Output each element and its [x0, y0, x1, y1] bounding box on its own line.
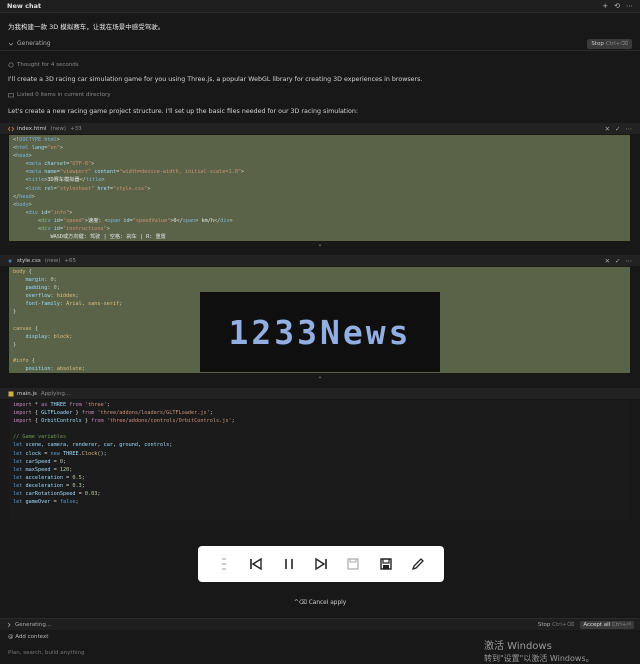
svg-text:#: # [8, 259, 12, 264]
user-prompt: 为我构建一款 3D 模拟赛车，让我在场景中感受驾驶。 [8, 23, 165, 31]
folder-icon [8, 93, 14, 98]
file-header-style-css[interactable]: # style.css (new) +65 ✕ ✓ ⋯ [0, 255, 640, 266]
generating-bar: Generating... Stop Ctrl+⌫ Accept all Ctr… [0, 618, 640, 630]
stop-shortcut: Ctrl+⌫ [552, 621, 575, 628]
generating-row: Generating Stop Ctrl+⌫ [0, 37, 640, 51]
new-chat-icon[interactable]: + [602, 2, 608, 10]
file-tag: (new) [44, 257, 61, 264]
chat-title: New chat [7, 2, 42, 10]
header-actions: + ⟲ ⋯ [602, 2, 633, 10]
stop-label: Stop [591, 40, 604, 47]
thought-row: Thought for 4 seconds [8, 62, 79, 68]
pause-icon[interactable] [279, 554, 299, 574]
file-header-index-html[interactable]: index.html (new) +33 ✕ ✓ ⋯ [0, 123, 640, 134]
accept-icon[interactable]: ✓ [615, 257, 620, 265]
stop-button[interactable]: Stop Ctrl+⌫ [538, 622, 574, 628]
accept-all-label: Accept all [583, 621, 611, 628]
html-file-icon [8, 126, 14, 131]
chevron-right-icon [7, 622, 11, 627]
generating-status: Generating... [15, 621, 52, 628]
chat-input[interactable]: Plan, search, build anything [8, 650, 85, 656]
expand-icon[interactable]: ⌄ [0, 241, 640, 248]
code-block-main-js: import * as THREE from 'three'; import {… [9, 400, 630, 520]
thought-label: Thought for 4 seconds [17, 62, 79, 68]
accept-all-button[interactable]: Accept all Ctrl+⏎ [580, 620, 634, 629]
file-stat: +33 [70, 125, 82, 132]
intro-text: I'll create a 3D racing car simulation g… [8, 76, 423, 83]
plan-text: Let's create a new racing game project s… [8, 108, 358, 115]
accept-shortcut: Ctrl+⏎ [611, 621, 631, 628]
reject-icon[interactable]: ✕ [605, 257, 610, 265]
add-context-label: Add context [15, 634, 49, 640]
more-icon[interactable]: ⋯ [626, 2, 633, 10]
at-icon: @ [8, 634, 14, 640]
file-tag: (new) [50, 125, 66, 132]
skip-back-icon[interactable] [246, 554, 266, 574]
listed-row: Listed 0 items in current directory [8, 92, 110, 98]
chat-header: New chat + ⟲ ⋯ [0, 0, 640, 13]
reject-icon[interactable]: ✕ [605, 125, 610, 133]
chevron-down-icon [8, 42, 14, 46]
skip-forward-icon[interactable] [311, 554, 331, 574]
stop-button[interactable]: Stop Ctrl+⌫ [587, 38, 632, 49]
more-icon[interactable]: ⋯ [626, 125, 633, 133]
file-name: style.css [17, 257, 41, 264]
save-as-icon[interactable] [376, 554, 396, 574]
file-header-main-js[interactable]: main.js Applying... [0, 388, 640, 399]
add-context-button[interactable]: @ Add context [8, 634, 48, 640]
brain-icon [8, 62, 14, 68]
file-stat: +65 [64, 257, 76, 264]
drag-handle-icon[interactable] [214, 554, 234, 574]
cancel-apply-button[interactable]: ^⌫ Cancel apply [0, 600, 640, 606]
more-icon[interactable]: ⋯ [626, 257, 633, 265]
playback-toolbar [198, 546, 444, 582]
css-file-icon: # [8, 259, 12, 264]
file-actions: ✕ ✓ ⋯ [605, 125, 632, 133]
listed-label: Listed 0 items in current directory [17, 92, 111, 98]
stop-shortcut: Ctrl+⌫ [605, 40, 628, 47]
code-block-index-html: <!DOCTYPE html> <html lang="en"> <head> … [9, 135, 630, 241]
activation-title: 激活 Windows [484, 641, 552, 652]
edit-icon[interactable] [408, 554, 428, 574]
watermark-logo: 1233News [200, 292, 440, 372]
generating-label: Generating [17, 40, 51, 47]
history-icon[interactable]: ⟲ [614, 2, 620, 10]
file-name: index.html [17, 125, 47, 132]
expand-icon[interactable]: ⌄ [0, 373, 640, 380]
watermark-text: 1233News [228, 312, 412, 352]
accept-icon[interactable]: ✓ [615, 125, 620, 133]
stop-label: Stop [537, 621, 551, 628]
js-file-icon [8, 391, 14, 396]
file-actions: ✕ ✓ ⋯ [605, 257, 632, 265]
windows-activation-watermark: 激活 Windows 转到"设置"以激活 Windows。 [484, 637, 594, 664]
save-icon[interactable] [343, 554, 363, 574]
file-name: main.js [17, 390, 37, 397]
file-status: Applying... [40, 390, 71, 397]
activation-subtitle: 转到"设置"以激活 Windows。 [484, 654, 594, 663]
